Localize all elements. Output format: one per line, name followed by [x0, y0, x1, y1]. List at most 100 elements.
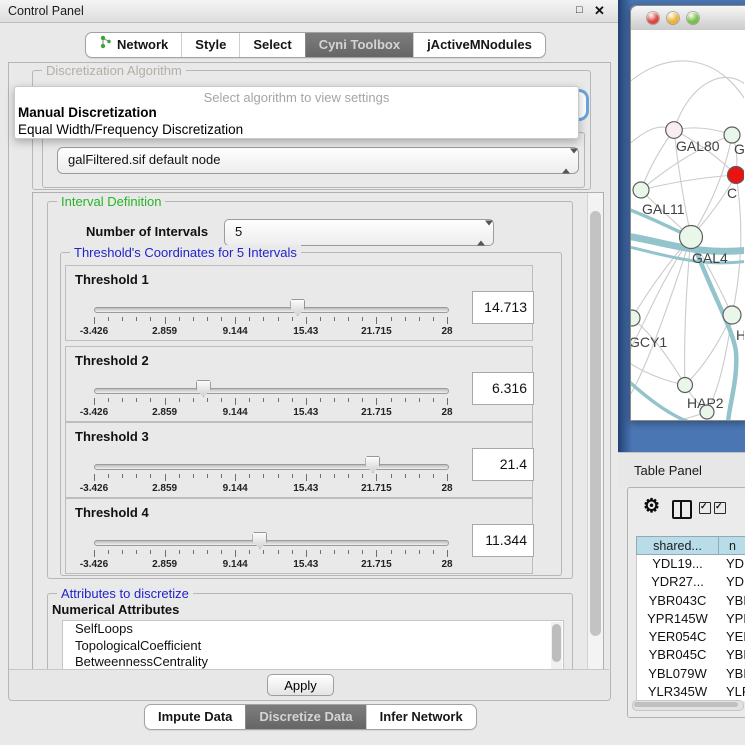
- network-edge[interactable]: [674, 77, 744, 130]
- thresholds-group: Threshold's Coordinates for 5 Intervals …: [60, 252, 562, 576]
- mode-tab-impute-data[interactable]: Impute Data: [145, 705, 245, 729]
- numerical-attributes-list[interactable]: SelfLoopsTopologicalCoefficientBetweenne…: [62, 620, 564, 671]
- network-node-hap2[interactable]: [678, 378, 693, 393]
- slider-tick: [249, 317, 250, 321]
- network-node[interactable]: [700, 405, 714, 419]
- table-data-group: Table Data galFiltered.sif default node: [42, 132, 585, 188]
- close-window-icon[interactable]: ✕: [594, 3, 605, 19]
- slider-thumb[interactable]: [290, 299, 305, 316]
- slider-track[interactable]: [94, 307, 449, 313]
- table-column-header[interactable]: shared...: [636, 536, 719, 555]
- apply-button[interactable]: Apply: [267, 674, 334, 696]
- slider-thumb[interactable]: [365, 456, 380, 473]
- slider-tick: [348, 317, 349, 321]
- table-horizontal-scrollbar[interactable]: [632, 700, 744, 711]
- float-window-icon[interactable]: □: [576, 4, 583, 16]
- mode-tab-infer-network[interactable]: Infer Network: [366, 705, 476, 729]
- slider-tick: [419, 550, 420, 554]
- threshold-value-field[interactable]: 11.344: [472, 524, 534, 557]
- checkbox-icon-1[interactable]: ✓: [699, 502, 711, 514]
- close-traffic-light-icon[interactable]: [647, 12, 659, 24]
- slider-scale-label: -3.426: [80, 407, 108, 418]
- network-node-label: GCY1: [631, 334, 667, 350]
- table-row[interactable]: YBR043CYBR0: [637, 592, 745, 610]
- threshold-box: Threshold 1-3.4262.8599.14415.4321.71528…: [65, 265, 533, 341]
- network-node-gal4[interactable]: [680, 226, 703, 249]
- tab-style[interactable]: Style: [181, 33, 239, 57]
- slider-thumb[interactable]: [252, 532, 267, 549]
- network-edge[interactable]: [631, 61, 744, 106]
- threshold-value-field[interactable]: 21.4: [472, 448, 534, 481]
- network-node-h[interactable]: [723, 306, 741, 324]
- tab-cyni-toolbox[interactable]: Cyni Toolbox: [305, 33, 413, 57]
- slider-tick: [306, 550, 307, 557]
- attribute-list-item[interactable]: TopologicalCoefficient: [63, 638, 563, 655]
- network-edge[interactable]: [685, 315, 732, 385]
- slider-scale-label: 15.43: [293, 407, 318, 418]
- num-intervals-value: 5: [235, 220, 242, 244]
- zoom-traffic-light-icon[interactable]: [687, 12, 699, 24]
- scrollbar-thumb[interactable]: [552, 624, 561, 662]
- mode-tab-discretize-data[interactable]: Discretize Data: [245, 705, 365, 729]
- gear-icon[interactable]: ⚙: [643, 496, 660, 518]
- table-cell: YER054C: [637, 628, 718, 646]
- slider-tick: [150, 550, 151, 554]
- table-row[interactable]: YPR145WYPR1: [637, 610, 745, 628]
- tab-label: Style: [195, 33, 226, 57]
- threshold-value-field[interactable]: 14.713: [472, 291, 534, 324]
- attributes-list-scrollbar[interactable]: [551, 622, 562, 671]
- network-edge[interactable]: [641, 175, 736, 190]
- table-row[interactable]: YBL079WYBL0: [637, 665, 745, 683]
- slider-tick: [376, 474, 377, 481]
- settings-panel-scrollbar[interactable]: [587, 193, 603, 670]
- slider-tick: [320, 474, 321, 478]
- network-view[interactable]: GAL80GCGAL11GAL4GCY1HHAP2: [631, 30, 745, 420]
- scrollbar-thumb[interactable]: [590, 211, 601, 636]
- thresholds-group-title: Threshold's Coordinates for 5 Intervals: [70, 245, 301, 260]
- table-row[interactable]: YDL19...YDL1: [637, 555, 745, 573]
- columns-icon[interactable]: [672, 500, 692, 519]
- scrollbar-thumb[interactable]: [634, 702, 738, 707]
- network-node-label: GAL4: [692, 250, 728, 266]
- slider-tick: [320, 398, 321, 402]
- table-column-header[interactable]: n: [719, 536, 745, 555]
- slider-tick: [122, 317, 123, 321]
- attributes-group-title: Attributes to discretize: [57, 586, 193, 601]
- slider-tick: [362, 474, 363, 478]
- slider-track[interactable]: [94, 540, 449, 546]
- tab-network[interactable]: Network: [86, 33, 181, 57]
- network-node-gal80[interactable]: [666, 122, 683, 139]
- slider-tick: [334, 474, 335, 478]
- table-cell: YDR27...: [637, 573, 718, 591]
- app-root: Control Panel □ ✕ Network Style SelectCyni…: [0, 0, 745, 745]
- slider-track[interactable]: [94, 388, 449, 394]
- threshold-value-field[interactable]: 6.316: [472, 372, 534, 405]
- slider-tick: [433, 474, 434, 478]
- algorithm-option[interactable]: Equal Width/Frequency Discretization: [18, 122, 243, 137]
- slider-scale-label: 21.715: [361, 326, 392, 337]
- tab-jactivemnodules[interactable]: jActiveMNodules: [413, 33, 545, 57]
- window-title: Control Panel: [8, 4, 84, 18]
- attribute-list-item[interactable]: SelfLoops: [63, 621, 563, 638]
- network-edge[interactable]: [641, 130, 674, 190]
- interval-definition-group: Interval Definition Number of Intervals …: [47, 201, 573, 579]
- table-row[interactable]: YLR345WYLR3: [637, 683, 745, 701]
- tab-select[interactable]: Select: [239, 33, 304, 57]
- network-graph[interactable]: GAL80GCGAL11GAL4GCY1HHAP2: [631, 30, 744, 420]
- network-window-titlebar[interactable]: [631, 6, 745, 31]
- slider-thumb[interactable]: [196, 380, 211, 397]
- algorithm-option[interactable]: Manual Discretization: [18, 105, 157, 120]
- table-row[interactable]: YBR045CYBR0: [637, 646, 745, 664]
- num-intervals-combobox[interactable]: 5: [224, 219, 494, 246]
- table-row[interactable]: YER054CYER0: [637, 628, 745, 646]
- slider-tick: [94, 398, 95, 405]
- minimize-traffic-light-icon[interactable]: [667, 12, 679, 24]
- table-row[interactable]: YDR27...YDR2: [637, 573, 745, 591]
- table-data-combobox[interactable]: galFiltered.sif default node: [57, 147, 579, 174]
- table-cell: YBL079W: [637, 665, 718, 683]
- slider-tick: [320, 550, 321, 554]
- network-node-gal11[interactable]: [633, 182, 649, 198]
- network-node-c[interactable]: [728, 167, 745, 184]
- checkbox-icon-2[interactable]: ✓: [714, 502, 726, 514]
- slider-track[interactable]: [94, 464, 449, 470]
